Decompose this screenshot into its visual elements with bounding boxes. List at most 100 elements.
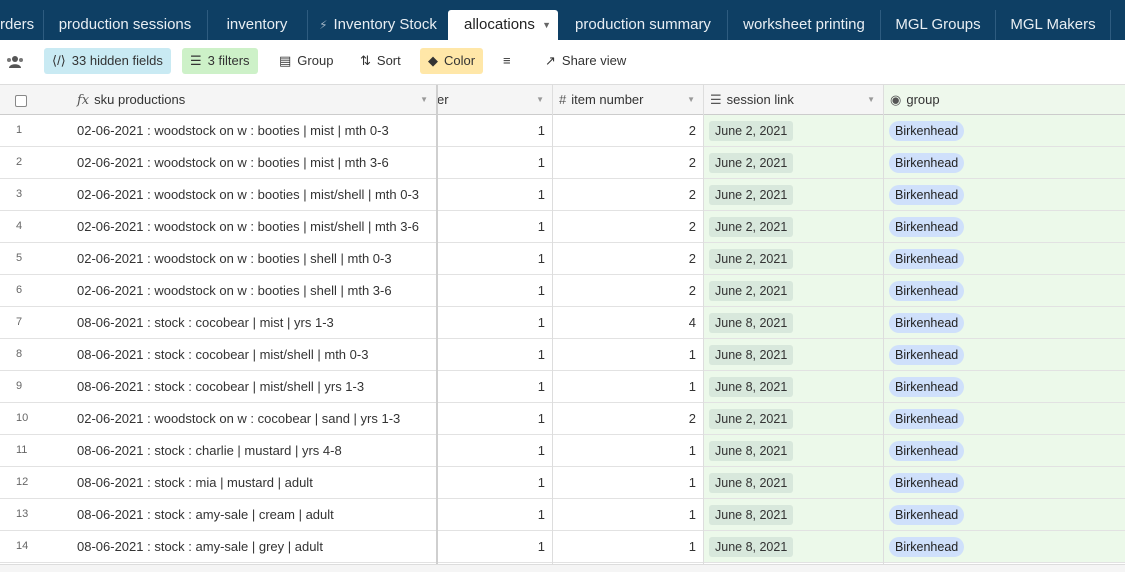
item-number-cell[interactable]: 1 [553,435,703,466]
group-cell[interactable]: Birkenhead [884,403,1125,434]
session-link-record[interactable]: June 8, 2021 [709,473,794,493]
item-number-cell[interactable]: 2 [553,275,703,306]
session-link-record[interactable]: June 8, 2021 [709,377,794,397]
group-cell[interactable]: Birkenhead [884,307,1125,338]
session-link-cell[interactable]: June 2, 2021 [704,211,883,242]
session-link-record[interactable]: June 8, 2021 [709,537,794,557]
tab-mgl-makers[interactable]: MGL Makers [996,10,1110,40]
item-number-cell[interactable]: 2 [553,243,703,274]
chevron-down-icon[interactable]: ▼ [542,10,551,40]
session-link-record[interactable]: June 8, 2021 [709,345,794,365]
item-number-cell[interactable]: 2 [553,147,703,178]
partial-number-cell[interactable]: 1 [437,179,552,210]
item-number-cell[interactable]: 4 [553,307,703,338]
column-header-group[interactable]: ◉ group [884,85,1125,115]
hidden-fields-button[interactable]: ⟨/⟩ 33 hidden fields [44,48,171,74]
chevron-down-icon[interactable]: ▼ [536,85,544,114]
select-all-checkbox[interactable] [15,94,27,107]
session-link-record[interactable]: June 2, 2021 [709,217,794,237]
session-link-cell[interactable]: June 2, 2021 [704,115,883,146]
partial-number-cell[interactable]: 1 [437,275,552,306]
partial-number-cell[interactable]: 1 [437,435,552,466]
group-cell[interactable]: Birkenhead [884,211,1125,242]
session-link-cell[interactable]: June 2, 2021 [704,243,883,274]
item-number-cell[interactable]: 1 [553,531,703,562]
sku-productions-cell[interactable]: 02-06-2021 : woodstock on w : cocobear |… [70,403,436,434]
table-row[interactable]: 8 08-06-2021 : stock : cocobear | mist/sh… [0,339,1125,371]
group-cell[interactable]: Birkenhead [884,275,1125,306]
sku-productions-cell[interactable]: 08-06-2021 : stock : amy-sale | cream | … [70,499,436,530]
tab-worksheet-printing[interactable]: worksheet printing [728,10,880,40]
partial-number-cell[interactable]: 1 [437,339,552,370]
frozen-column-divider[interactable] [436,85,438,572]
group-cell[interactable]: Birkenhead [884,435,1125,466]
tab-allocations[interactable]: allocations ▼ [448,10,558,40]
session-link-cell[interactable]: June 8, 2021 [704,371,883,402]
partial-number-cell[interactable]: 1 [437,499,552,530]
table-row[interactable]: 3 02-06-2021 : woodstock on w : booties |… [0,179,1125,211]
session-link-record[interactable]: June 2, 2021 [709,281,794,301]
table-row[interactable]: 10 02-06-2021 : woodstock on w : cocobear… [0,403,1125,435]
partial-number-cell[interactable]: 1 [437,531,552,562]
table-row[interactable]: 7 08-06-2021 : stock : cocobear | mist | … [0,307,1125,339]
sku-productions-cell[interactable]: 02-06-2021 : woodstock on w : booties | … [70,211,436,242]
session-link-record[interactable]: June 8, 2021 [709,505,794,525]
column-header-session-link[interactable]: ☰ session link ▼ [704,85,883,115]
filter-button[interactable]: ☰ 3 filters [182,48,258,74]
session-link-cell[interactable]: June 8, 2021 [704,499,883,530]
sku-productions-cell[interactable]: 08-06-2021 : stock : amy-sale | grey | a… [70,531,436,562]
sku-productions-cell[interactable]: 08-06-2021 : stock : cocobear | mist/she… [70,371,436,402]
group-cell[interactable]: Birkenhead [884,499,1125,530]
item-number-cell[interactable]: 2 [553,403,703,434]
sku-productions-cell[interactable]: 08-06-2021 : stock : mia | mustard | adu… [70,467,436,498]
chevron-down-icon[interactable]: ▼ [420,85,428,114]
table-row[interactable]: 6 02-06-2021 : woodstock on w : booties |… [0,275,1125,307]
session-link-record[interactable]: June 2, 2021 [709,153,794,173]
chevron-down-icon[interactable]: ▼ [687,85,695,114]
partial-number-cell[interactable]: 1 [437,307,552,338]
sort-button[interactable]: ⇅ Sort [360,48,401,74]
sku-productions-cell[interactable]: 08-06-2021 : stock : cocobear | mist/she… [70,339,436,370]
item-number-cell[interactable]: 1 [553,499,703,530]
table-row[interactable]: 11 08-06-2021 : stock : charlie | mustard… [0,435,1125,467]
chevron-down-icon[interactable]: ▼ [867,85,875,114]
session-link-cell[interactable]: June 8, 2021 [704,467,883,498]
tab-inventory-stock[interactable]: ⚡ Inventory Stock [308,10,448,40]
session-link-cell[interactable]: June 2, 2021 [704,179,883,210]
table-row[interactable]: 14 08-06-2021 : stock : amy-sale | grey |… [0,531,1125,563]
row-height-button[interactable]: ≡ [503,48,517,74]
session-link-record[interactable]: June 8, 2021 [709,313,794,333]
partial-number-cell[interactable]: 1 [437,115,552,146]
group-cell[interactable]: Birkenhead [884,179,1125,210]
session-link-cell[interactable]: June 8, 2021 [704,307,883,338]
table-row[interactable]: 9 08-06-2021 : stock : cocobear | mist/sh… [0,371,1125,403]
group-button[interactable]: ▤ Group [279,48,333,74]
table-row[interactable]: 13 08-06-2021 : stock : amy-sale | cream … [0,499,1125,531]
partial-number-cell[interactable]: 1 [437,403,552,434]
group-cell[interactable]: Birkenhead [884,371,1125,402]
share-view-button[interactable]: ↗ Share view [545,48,626,74]
session-link-cell[interactable]: June 2, 2021 [704,275,883,306]
item-number-cell[interactable]: 1 [553,339,703,370]
session-link-record[interactable]: June 8, 2021 [709,441,794,461]
table-row[interactable]: 5 02-06-2021 : woodstock on w : booties |… [0,243,1125,275]
table-row[interactable]: 12 08-06-2021 : stock : mia | mustard | a… [0,467,1125,499]
column-header-item-number[interactable]: # item number ▼ [553,85,703,115]
session-link-record[interactable]: June 2, 2021 [709,249,794,269]
table-row[interactable]: 1 02-06-2021 : woodstock on w : booties |… [0,115,1125,147]
column-header-sku-productions[interactable]: fx sku productions ▼ [70,85,436,115]
partial-number-cell[interactable]: 1 [437,467,552,498]
item-number-cell[interactable]: 2 [553,115,703,146]
session-link-record[interactable]: June 2, 2021 [709,185,794,205]
session-link-record[interactable]: June 2, 2021 [709,409,794,429]
collaborators-icon[interactable] [6,48,24,74]
partial-number-cell[interactable]: 1 [437,371,552,402]
column-header-partial[interactable]: er ▼ [437,85,552,115]
session-link-cell[interactable]: June 8, 2021 [704,435,883,466]
color-button[interactable]: ◆ Color [420,48,484,74]
group-cell[interactable]: Birkenhead [884,339,1125,370]
item-number-cell[interactable]: 2 [553,211,703,242]
group-cell[interactable]: Birkenhead [884,115,1125,146]
tab-orders[interactable]: rders [0,10,42,40]
tab-inventory[interactable]: inventory [208,10,306,40]
